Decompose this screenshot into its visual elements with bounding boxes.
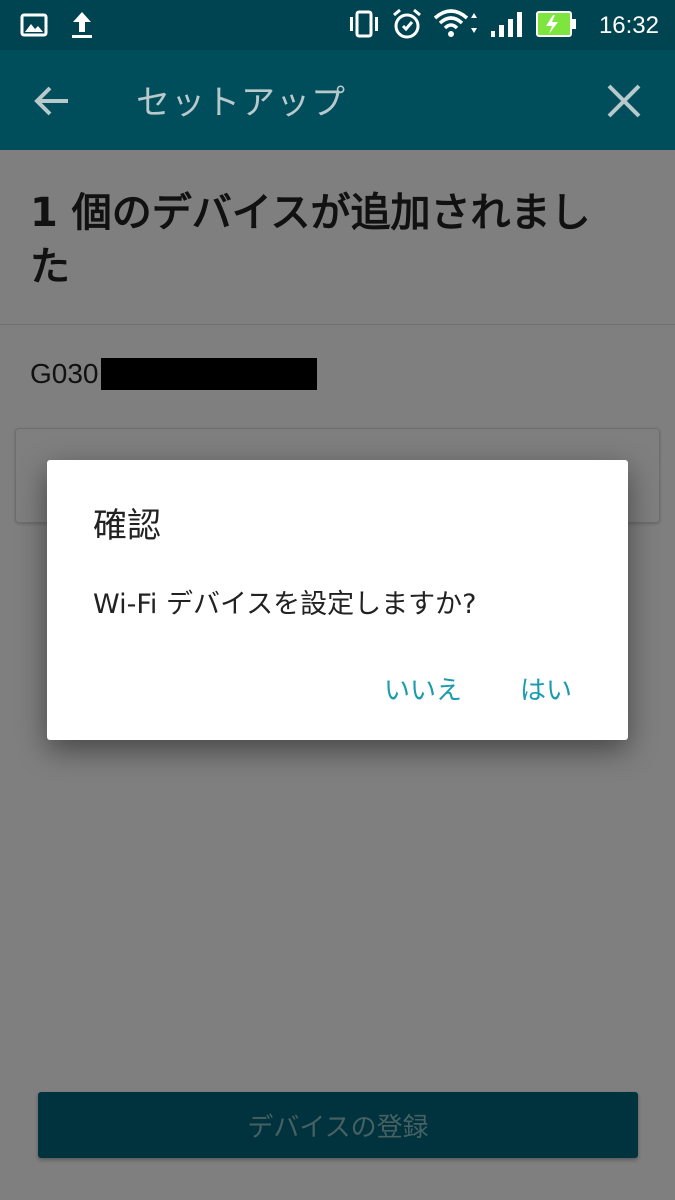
signal-icon: [489, 9, 525, 43]
upload-icon: [70, 10, 94, 44]
dialog-actions: いいえ はい: [384, 670, 572, 707]
status-time: 16:32: [598, 12, 659, 39]
status-left: [20, 10, 94, 44]
wifi-icon: [433, 8, 479, 44]
page-title: セットアップ: [136, 83, 346, 123]
alarm-icon: [391, 8, 423, 44]
status-bar: 16:32: [0, 0, 675, 50]
arrow-back-icon: [34, 86, 68, 116]
confirm-dialog: 確認 Wi-Fi デバイスを設定しますか? いいえ はい: [47, 460, 628, 740]
yes-button[interactable]: はい: [520, 670, 572, 707]
no-button[interactable]: いいえ: [384, 670, 462, 707]
dialog-message: Wi-Fi デバイスを設定しますか?: [93, 589, 477, 620]
vibrate-icon: [347, 9, 381, 43]
dialog-title: 確認: [93, 506, 161, 546]
gallery-icon: [20, 12, 48, 42]
close-icon: [607, 84, 641, 118]
battery-charging-icon: [535, 10, 577, 42]
close-button[interactable]: [599, 76, 649, 126]
app-bar: セットアップ: [0, 50, 675, 150]
status-right: 16:32: [347, 8, 659, 44]
back-button[interactable]: [28, 76, 78, 126]
